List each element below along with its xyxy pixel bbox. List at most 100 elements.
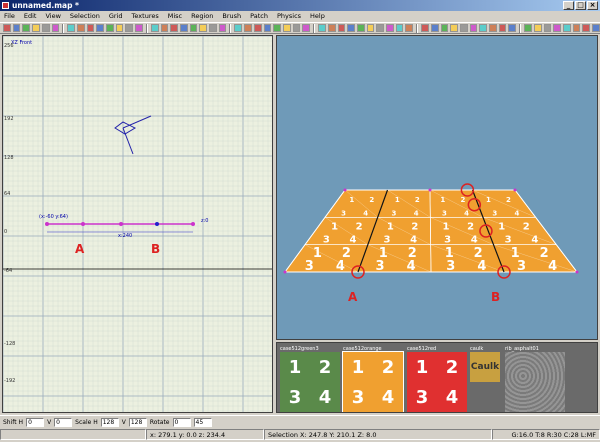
texture-preview[interactable]: 1 2 3 4 — [407, 352, 467, 412]
toolbar-tool-icon[interactable] — [125, 24, 134, 32]
control-point — [343, 188, 347, 192]
close-button[interactable]: × — [587, 1, 598, 10]
menu-edit[interactable]: Edit — [24, 11, 37, 22]
toolbar-tool-icon[interactable] — [489, 24, 497, 32]
toolbar-tool-icon[interactable] — [209, 24, 217, 32]
menu-brush[interactable]: Brush — [222, 11, 241, 22]
menu-selection[interactable]: Selection — [70, 11, 100, 22]
patch-mesh-render[interactable]: 1 23 41 23 41 23 41 23 41 23 41 23 41 23 41 23 41 23 41 23 4… — [277, 36, 598, 340]
scale-v-input[interactable]: 128 — [128, 417, 147, 427]
texture-preview[interactable]: 1 2 3 4 — [280, 352, 340, 412]
toolbar-tool-icon[interactable] — [386, 24, 394, 32]
toolbar-tool-icon[interactable] — [96, 24, 105, 32]
toolbar-tool-icon[interactable] — [76, 24, 85, 32]
rotate-step-input[interactable]: 45 — [193, 417, 212, 427]
texture-preview-selected[interactable]: 1 2 3 4 — [342, 351, 404, 412]
texture-tile[interactable]: rib_asphalt01 — [505, 346, 565, 412]
toolbar-tool-icon[interactable] — [450, 24, 458, 32]
menu-grid[interactable]: Grid — [109, 11, 123, 22]
texture-browser[interactable]: case512green3 1 2 3 4 case512orange 1 2 … — [276, 342, 598, 413]
toolbar-tool-icon[interactable] — [234, 24, 243, 32]
caulk-preview[interactable]: Caulk — [470, 352, 500, 382]
toolbar-tool-icon[interactable] — [337, 24, 346, 32]
maximize-button[interactable]: □ — [575, 1, 586, 10]
xz-front-view[interactable]: XZ Front 256 192 128 64 0 -64 -128 -192 … — [2, 35, 273, 413]
menu-help[interactable]: Help — [310, 11, 325, 22]
toolbar-tool-icon[interactable] — [253, 24, 262, 32]
toolbar-tool-icon[interactable] — [318, 24, 326, 32]
menu-file[interactable]: File — [4, 11, 15, 22]
toolbar-tool-icon[interactable] — [582, 24, 591, 32]
menu-physics[interactable]: Physics — [277, 11, 301, 22]
toolbar-tool-icon[interactable] — [459, 24, 468, 32]
toolbar-tool-icon[interactable] — [347, 24, 355, 32]
minimize-button[interactable]: _ — [563, 1, 574, 10]
toolbar-tool-icon[interactable] — [22, 24, 31, 32]
menu-region[interactable]: Region — [191, 11, 213, 22]
toolbar-tool-icon[interactable] — [395, 24, 404, 32]
menu-misc[interactable]: Misc — [168, 11, 182, 22]
toolbar-tool-icon[interactable] — [356, 24, 365, 32]
toolbar-tool-icon[interactable] — [508, 24, 517, 32]
toolbar-tool-icon[interactable] — [86, 24, 95, 32]
toolbar-tool-icon[interactable] — [179, 24, 188, 32]
toolbar-tool-icon[interactable] — [553, 24, 561, 32]
toolbar-tool-icon[interactable] — [479, 24, 488, 32]
toolbar-tool-icon[interactable] — [218, 24, 227, 32]
selection-size-label: x:240 — [118, 233, 133, 239]
toolbar-tool-icon[interactable] — [273, 24, 281, 32]
toolbar-tool-icon[interactable] — [12, 24, 21, 32]
toolbar-tool-icon[interactable] — [430, 24, 439, 32]
toolbar-tool-icon[interactable] — [244, 24, 252, 32]
menu-textures[interactable]: Textures — [132, 11, 159, 22]
toolbar-tool-icon[interactable] — [405, 24, 414, 32]
toolbar-tool-icon[interactable] — [440, 24, 449, 32]
shift-v-input[interactable]: 0 — [54, 417, 73, 427]
toolbar-tool-icon[interactable] — [524, 24, 532, 32]
rotate-input[interactable]: 0 — [172, 417, 191, 427]
quad-number: 3 — [288, 386, 302, 408]
toolbar-tool-icon[interactable] — [366, 24, 375, 32]
toolbar-tool-icon[interactable] — [543, 24, 552, 32]
toolbar-tool-icon[interactable] — [67, 24, 75, 32]
toolbar-tool-icon[interactable] — [376, 24, 385, 32]
toolbar-tool-icon[interactable] — [135, 24, 143, 32]
toolbar-tool-icon[interactable] — [592, 24, 600, 32]
toolbar-tool-icon[interactable] — [189, 24, 198, 32]
toolbar-tool-icon[interactable] — [115, 24, 124, 32]
toolbar-tool-icon[interactable] — [282, 24, 291, 32]
toolbar-tool-icon[interactable] — [170, 24, 178, 32]
toolbar-tool-icon[interactable] — [150, 24, 159, 32]
toolbar-tool-icon[interactable] — [562, 24, 571, 32]
texture-tile[interactable]: case512green3 1 2 3 4 — [280, 346, 340, 412]
scale-h-input[interactable]: 128 — [100, 417, 119, 427]
toolbar-tool-icon[interactable] — [106, 24, 114, 32]
quad-number: 1 — [288, 356, 302, 378]
toolbar-tool-icon[interactable] — [469, 24, 478, 32]
toolbar-tool-icon[interactable] — [292, 24, 301, 32]
texture-tile[interactable]: case512orange 1 2 3 4 — [342, 346, 404, 412]
texture-tile[interactable]: case512red 1 2 3 4 — [407, 346, 467, 412]
toolbar-tool-icon[interactable] — [498, 24, 507, 32]
shift-h-input[interactable]: 0 — [26, 417, 45, 427]
toolbar-tool-icon[interactable] — [51, 24, 60, 32]
toolbar-tool-icon[interactable] — [572, 24, 581, 32]
toolbar-tool-icon[interactable] — [41, 24, 50, 32]
toolbar-tool-icon[interactable] — [421, 24, 429, 32]
toolbar-tool-icon[interactable] — [3, 24, 11, 32]
texture-tile[interactable]: caulk Caulk — [470, 346, 500, 382]
camera-3d-view[interactable]: 1234123412341234123412341234123412341234… — [276, 35, 598, 340]
texture-preview[interactable] — [505, 352, 565, 412]
toolbar-tool-icon[interactable] — [533, 24, 542, 32]
patch-quad-number: 4 — [471, 235, 478, 246]
toolbar-tool-icon[interactable] — [199, 24, 208, 32]
toolbar-tool-icon[interactable] — [302, 24, 311, 32]
xz-grid-canvas[interactable] — [3, 36, 273, 413]
toolbar-tool-icon[interactable] — [160, 24, 169, 32]
menu-view[interactable]: View — [45, 11, 60, 22]
toolbar-tool-icon[interactable] — [32, 24, 40, 32]
y-tick: 192 — [4, 116, 14, 122]
menu-patch[interactable]: Patch — [250, 11, 268, 22]
toolbar-tool-icon[interactable] — [263, 24, 272, 32]
toolbar-tool-icon[interactable] — [327, 24, 336, 32]
